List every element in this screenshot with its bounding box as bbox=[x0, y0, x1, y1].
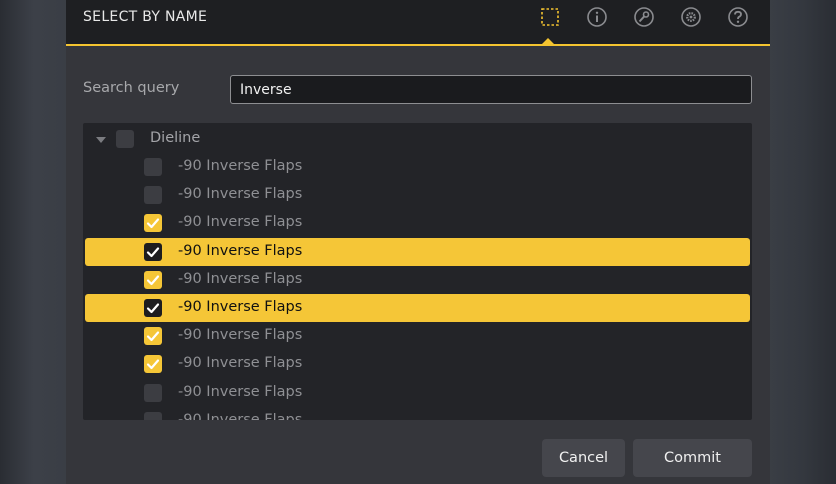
item-checkbox[interactable] bbox=[144, 411, 162, 420]
search-query-label: Search query bbox=[83, 80, 180, 96]
info-icon[interactable] bbox=[586, 6, 608, 28]
item-checkbox[interactable] bbox=[144, 299, 162, 317]
tree-item-row[interactable]: -90 Inverse Flaps bbox=[85, 237, 750, 266]
item-checkbox[interactable] bbox=[144, 327, 162, 346]
select-by-name-dialog: SELECT BY NAME Search query Dieline -90 … bbox=[66, 0, 770, 484]
commit-button[interactable]: Commit bbox=[633, 439, 752, 477]
tree-item-row[interactable]: -90 Inverse Flaps bbox=[83, 322, 752, 350]
tree-item-row[interactable]: -90 Inverse Flaps bbox=[83, 379, 752, 407]
item-checkbox[interactable] bbox=[144, 186, 162, 205]
select-region-icon[interactable] bbox=[539, 6, 561, 28]
tree-item-label: -90 Inverse Flaps bbox=[178, 355, 303, 372]
item-checkbox[interactable] bbox=[144, 383, 162, 402]
checkmark-icon bbox=[146, 218, 160, 229]
expand-caret-icon[interactable] bbox=[96, 137, 106, 143]
tree-item-label: -90 Inverse Flaps bbox=[178, 214, 303, 231]
item-checkbox[interactable] bbox=[144, 355, 162, 374]
tree-item-row[interactable]: -90 Inverse Flaps bbox=[83, 153, 752, 181]
tree-item-label: -90 Inverse Flaps bbox=[178, 383, 303, 400]
tree-item-row[interactable]: -90 Inverse Flaps bbox=[85, 294, 750, 322]
tree-item-label: -90 Inverse Flaps bbox=[178, 299, 303, 315]
checkmark-icon bbox=[146, 331, 160, 342]
selection-tree[interactable]: Dieline -90 Inverse Flaps -90 Inverse Fla… bbox=[83, 123, 752, 420]
tree-item-label: -90 Inverse Flaps bbox=[178, 411, 303, 420]
checkmark-icon bbox=[146, 303, 160, 314]
checkmark-icon bbox=[146, 275, 160, 285]
root-label: Dieline bbox=[150, 130, 201, 146]
tree-item-row[interactable]: -90 Inverse Flaps bbox=[83, 209, 752, 237]
tree-item-label: -90 Inverse Flaps bbox=[178, 270, 303, 287]
item-checkbox[interactable] bbox=[144, 242, 162, 261]
item-checkbox[interactable] bbox=[144, 270, 162, 289]
help-icon[interactable] bbox=[727, 6, 749, 28]
tree-item-row[interactable]: -90 Inverse Flaps bbox=[83, 266, 752, 294]
tree-item-row[interactable]: -90 Inverse Flaps bbox=[83, 407, 752, 420]
root-checkbox[interactable] bbox=[116, 130, 134, 148]
checkmark-icon bbox=[146, 246, 160, 257]
dialog-header: SELECT BY NAME bbox=[66, 0, 770, 46]
checkmark-icon bbox=[146, 359, 160, 370]
item-checkbox[interactable] bbox=[144, 214, 162, 233]
search-input[interactable] bbox=[230, 75, 752, 104]
active-tool-indicator bbox=[542, 38, 554, 44]
wrench-icon[interactable] bbox=[633, 6, 655, 28]
tree-item-label: -90 Inverse Flaps bbox=[178, 158, 303, 174]
cancel-button[interactable]: Cancel bbox=[542, 439, 625, 477]
item-checkbox[interactable] bbox=[144, 158, 162, 176]
tree-item-row[interactable]: -90 Inverse Flaps bbox=[83, 350, 752, 378]
tree-item-label: -90 Inverse Flaps bbox=[178, 186, 303, 203]
tree-item-label: -90 Inverse Flaps bbox=[178, 327, 303, 344]
tree-root-row[interactable]: Dieline bbox=[83, 125, 752, 153]
gear-icon[interactable] bbox=[680, 6, 702, 28]
tree-item-row[interactable]: -90 Inverse Flaps bbox=[83, 181, 752, 209]
dialog-title: SELECT BY NAME bbox=[83, 9, 208, 25]
tree-item-label: -90 Inverse Flaps bbox=[178, 242, 303, 259]
